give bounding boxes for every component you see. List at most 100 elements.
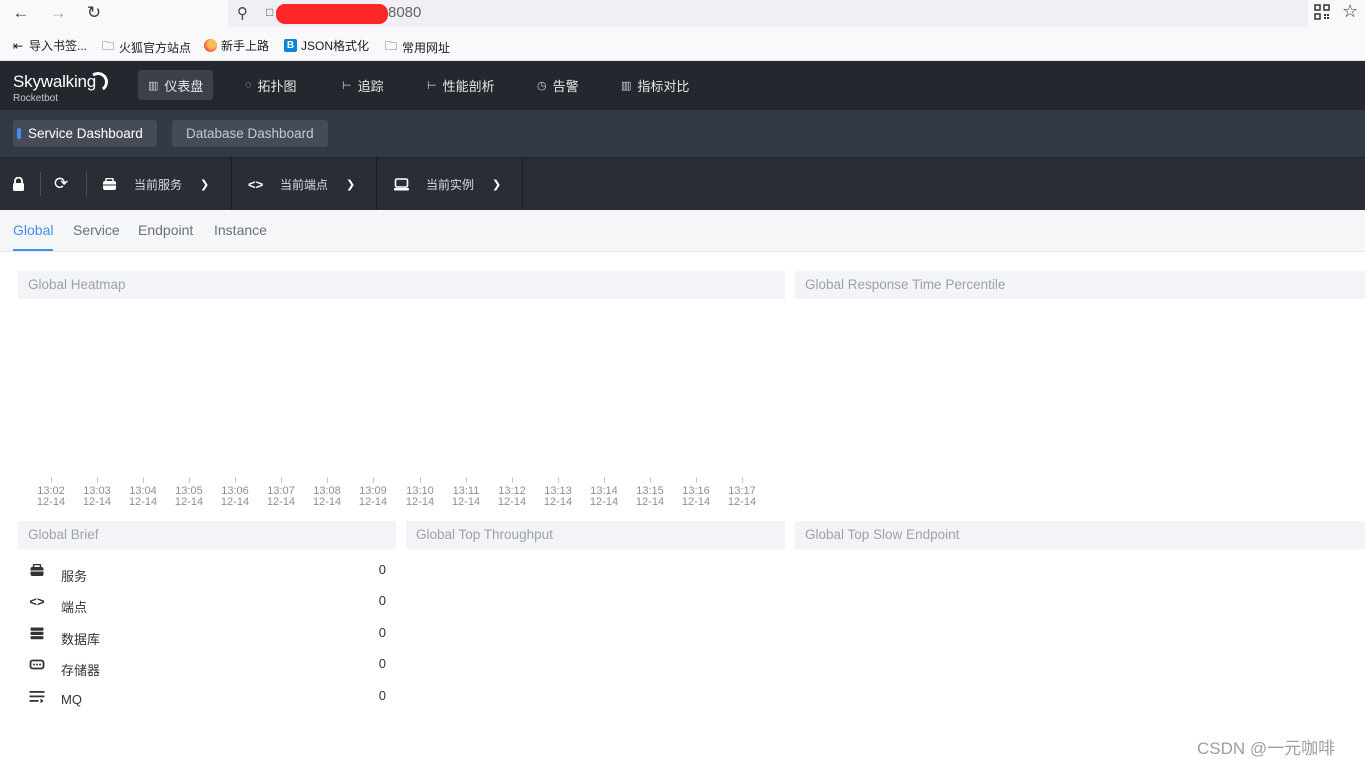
heatmap-x-tick-label: 13:03 12-14 xyxy=(82,485,112,508)
heatmap-x-tick-label: 13:07 12-14 xyxy=(266,485,296,508)
selector-toolbar: ⟳ 当前服务 ❯ <> 当前端点 ❯ 当前实例 ❯ xyxy=(0,157,1365,210)
brief-row-endpoint: <> 端点 0 xyxy=(28,593,388,615)
heatmap-x-tick xyxy=(420,477,421,483)
back-arrow-icon[interactable]: ← xyxy=(10,3,32,23)
firefox-icon xyxy=(204,39,217,52)
bookmark-getting-started[interactable]: 新手上路 xyxy=(204,37,269,54)
bookmark-json[interactable]: B JSON格式化 xyxy=(284,37,369,54)
nav-label: 指标对比 xyxy=(637,78,690,94)
logo-subtitle: Rocketbot xyxy=(13,93,59,104)
tab-global[interactable]: Global xyxy=(13,222,54,251)
nav-profile[interactable]: ⊢ 性能剖析 xyxy=(417,70,505,100)
folder-icon: 🗀 xyxy=(101,39,114,53)
brief-label: 存储器 xyxy=(61,663,101,678)
bookmark-label: 导入书签... xyxy=(29,39,88,53)
brief-label: 服务 xyxy=(61,569,88,584)
toolbar-divider xyxy=(231,158,232,210)
qr-code-icon[interactable] xyxy=(1314,4,1330,20)
bookmark-common-sites[interactable]: 🗀 常用网址 xyxy=(384,37,450,58)
heatmap-x-tick-label: 13:04 12-14 xyxy=(128,485,158,508)
brief-value: 0 xyxy=(378,562,386,577)
page-info-icon[interactable]: □ xyxy=(266,5,273,19)
view-tabs: Global Service Endpoint Instance xyxy=(0,210,1365,252)
nav-compare[interactable]: ▥ 指标对比 xyxy=(611,70,699,100)
nav-label: 追踪 xyxy=(357,78,384,94)
chevron-down-icon: ❯ xyxy=(492,178,502,191)
heatmap-x-tick xyxy=(742,477,743,483)
brief-value: 0 xyxy=(378,688,386,703)
endpoint-icon: <> xyxy=(29,594,45,609)
tab-instance[interactable]: Instance xyxy=(214,222,267,238)
panel-title-slow-endpoint: Global Top Slow Endpoint xyxy=(795,521,1365,549)
heatmap-x-tick xyxy=(189,477,190,483)
selector-label: 当前端点 xyxy=(280,177,329,192)
mq-icon xyxy=(29,691,45,703)
chevron-down-icon: ❯ xyxy=(346,178,356,191)
heatmap-x-tick-label: 13:13 12-14 xyxy=(543,485,573,508)
bookmark-firefox-site[interactable]: 🗀 火狐官方站点 xyxy=(101,37,191,58)
nav-topology[interactable]: ◌ 拓扑图 xyxy=(235,70,307,100)
import-icon: ⇤ xyxy=(12,38,24,53)
bookmark-label: 常用网址 xyxy=(402,41,451,55)
brief-label: 数据库 xyxy=(61,632,101,647)
toolbar-divider xyxy=(376,158,377,210)
toolbar-divider xyxy=(40,172,41,196)
instance-selector[interactable]: 当前实例 ❯ xyxy=(394,158,522,210)
toolbar-divider xyxy=(86,172,87,196)
heatmap-x-tick-label: 13:15 12-14 xyxy=(635,485,665,508)
nav-label: 拓扑图 xyxy=(257,78,297,94)
panel-title-response-percentile: Global Response Time Percentile xyxy=(795,271,1365,299)
logo[interactable]: Skywalking xyxy=(13,72,96,92)
endpoint-selector[interactable]: <> 当前端点 ❯ xyxy=(248,158,376,210)
brief-label: 端点 xyxy=(61,600,88,615)
bookmark-import[interactable]: ⇤ 导入书签... xyxy=(11,37,87,54)
tab-endpoint[interactable]: Endpoint xyxy=(138,222,193,238)
heatmap-x-tick xyxy=(51,477,52,483)
heatmap-x-tick-label: 13:11 12-14 xyxy=(451,485,481,508)
url-text[interactable]: 8080 xyxy=(388,4,421,21)
heatmap-x-tick xyxy=(466,477,467,483)
brief-value: 0 xyxy=(378,625,386,640)
service-icon xyxy=(103,177,116,190)
csdn-watermark: CSDN @一元咖啡 xyxy=(1197,739,1336,758)
heatmap-x-tick-label: 13:17 12-14 xyxy=(727,485,757,508)
service-selector[interactable]: 当前服务 ❯ xyxy=(102,158,230,210)
browser-toolbar: ← → ↻ ⚲ □ 8080 ☆ xyxy=(0,0,1365,27)
brief-row-service: 服务 0 xyxy=(28,562,388,584)
heatmap-x-tick-label: 13:09 12-14 xyxy=(358,485,388,508)
redacted-url-mark xyxy=(276,4,388,24)
bookmark-label: 新手上路 xyxy=(221,39,270,53)
heatmap-x-tick-label: 13:16 12-14 xyxy=(681,485,711,508)
heatmap-x-tick xyxy=(373,477,374,483)
heatmap-x-tick-label: 13:12 12-14 xyxy=(497,485,527,508)
json-icon: B xyxy=(284,39,297,52)
heatmap-x-tick xyxy=(512,477,513,483)
trace-icon: ⊢ xyxy=(342,79,352,92)
refresh-icon[interactable]: ⟳ xyxy=(54,174,68,194)
tab-service[interactable]: Service xyxy=(73,222,120,238)
tab-database-dashboard[interactable]: Database Dashboard xyxy=(172,120,328,147)
dashboard-tabs: Service Dashboard Database Dashboard xyxy=(0,110,1365,157)
nav-alarm[interactable]: ◷ 告警 xyxy=(527,70,589,100)
toolbar-divider xyxy=(522,158,523,210)
reload-icon[interactable]: ↻ xyxy=(83,3,105,23)
heatmap-x-tick xyxy=(97,477,98,483)
tab-service-dashboard[interactable]: Service Dashboard xyxy=(13,120,157,147)
nav-dashboard[interactable]: ▥ 仪表盘 xyxy=(138,70,214,100)
heatmap-x-tick xyxy=(281,477,282,483)
bookmark-star-icon[interactable]: ☆ xyxy=(1342,1,1358,22)
heatmap-x-tick xyxy=(143,477,144,483)
service-icon xyxy=(30,564,44,576)
nav-trace[interactable]: ⊢ 追踪 xyxy=(332,70,394,100)
bookmark-label: JSON格式化 xyxy=(301,39,370,53)
heatmap-x-tick-label: 13:14 12-14 xyxy=(589,485,619,508)
brief-value: 0 xyxy=(378,656,386,671)
heatmap-x-tick xyxy=(650,477,651,483)
bookmark-label: 火狐官方站点 xyxy=(119,41,192,55)
lock-icon[interactable] xyxy=(12,177,25,192)
app-navbar: Skywalking Rocketbot ▥ 仪表盘 ◌ 拓扑图 ⊢ 追踪 ⊢ … xyxy=(0,61,1365,110)
forward-arrow-icon[interactable]: → xyxy=(47,3,69,23)
brief-label: MQ xyxy=(61,692,82,707)
database-icon xyxy=(30,627,44,640)
shield-icon[interactable]: ⚲ xyxy=(237,4,248,22)
